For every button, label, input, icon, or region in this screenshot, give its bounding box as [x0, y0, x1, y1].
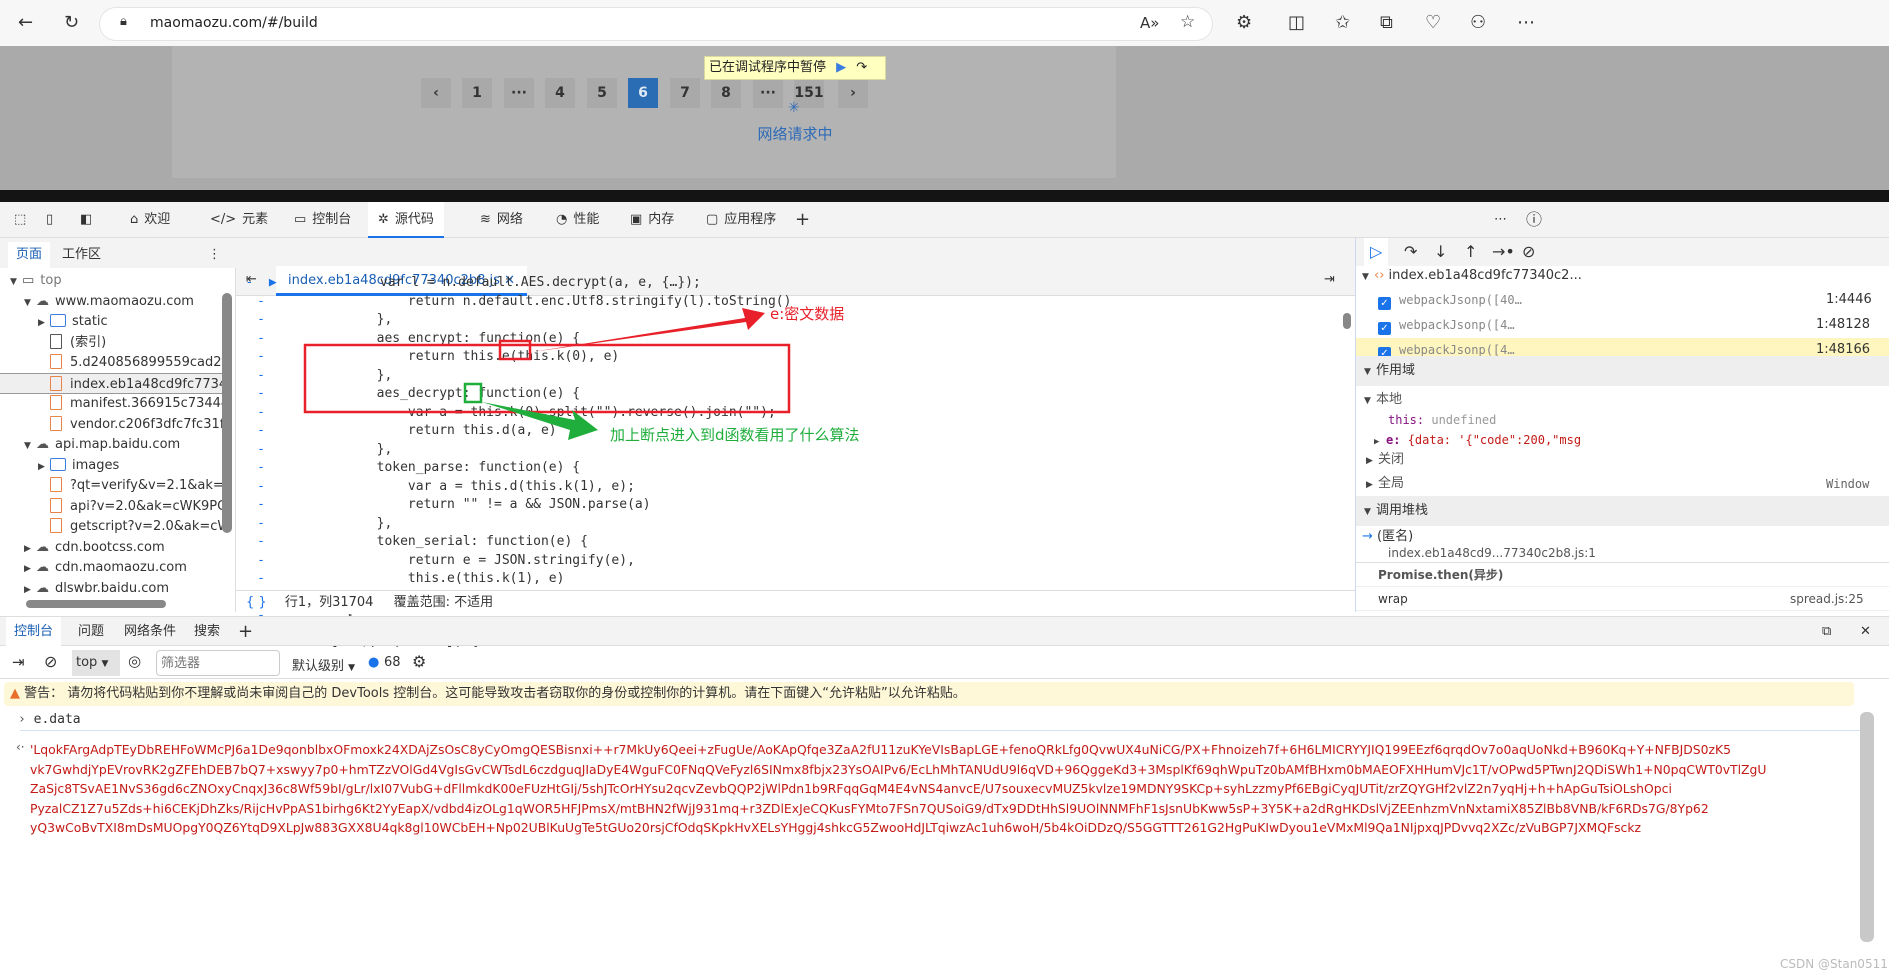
breakpoint-label: webpackJsonp([40…: [1399, 293, 1522, 307]
arrow-green: [482, 402, 598, 440]
closure-scope[interactable]: 关闭: [1378, 452, 1404, 467]
drawer-tab[interactable]: 网络条件: [124, 617, 176, 646]
prompt-chevron-icon: ›: [18, 712, 26, 727]
filter-input[interactable]: [156, 650, 280, 676]
result-arrow-icon: ‹·: [16, 740, 25, 754]
clear-console-icon[interactable]: ⊘: [44, 652, 57, 671]
sidebar-toggle-icon[interactable]: ⇥: [12, 653, 25, 671]
callstack-frame-loc[interactable]: index.eb1a48cd9...77340c2b8.js:1: [1388, 546, 1596, 560]
annotation-green-text: 加上断点进入到d函数看用了什么算法: [610, 426, 860, 444]
live-expression-icon[interactable]: ◎: [128, 652, 141, 670]
annotation-red-text: e:密文数据: [770, 305, 845, 323]
breakpoint-item[interactable]: ✓ webpackJsonp([4… 1:48128: [1356, 313, 1889, 337]
scope-section[interactable]: 作用域: [1376, 363, 1415, 378]
console-output-line[interactable]: 'LqokFArgAdpTEyDbREHFoWMcPJ6a1De9qonblbx…: [30, 740, 1830, 760]
log-level-dropdown[interactable]: 默认级别 ▼: [292, 655, 355, 674]
callstack-frame-anon[interactable]: (匿名): [1377, 529, 1413, 544]
highlight-param-e: [498, 339, 532, 361]
warning-text: 警告： 请勿将代码粘贴到你不理解或尚未审阅自己的 DevTools 控制台。这可…: [24, 686, 966, 701]
log-level-value: 默认级别: [292, 659, 345, 674]
drawer-tab[interactable]: 控制台: [6, 617, 62, 646]
breakpoint-label: webpackJsonp([4…: [1399, 318, 1515, 332]
step-over-icon[interactable]: ↷: [1404, 238, 1417, 266]
console-output-line[interactable]: vk7GwhdjYpEVrovRK2gZFEhDEB7bQ7+xswyy7p0+…: [30, 760, 1830, 780]
checkbox-checked-icon[interactable]: ✓: [1378, 297, 1391, 310]
drawer-tab[interactable]: 问题: [78, 617, 104, 646]
global-value: Window: [1826, 477, 1870, 491]
console-settings-icon[interactable]: ⚙: [412, 652, 426, 671]
breakpoint-item[interactable]: ✓ webpackJsonp([40… 1:4446: [1356, 288, 1889, 312]
drawer-tab[interactable]: 搜索: [194, 617, 220, 646]
global-scope[interactable]: 全局: [1378, 476, 1404, 491]
checkbox-checked-icon[interactable]: ✓: [1378, 322, 1391, 335]
script-file-icon: ‹›: [1374, 268, 1385, 283]
e-key[interactable]: e:: [1386, 433, 1400, 447]
context-value: top: [76, 655, 98, 670]
console-output-line[interactable]: yQ3wCoBvTXI8mDsMUOpgY0QZ6YtqD9XLpJw883GX…: [30, 818, 1830, 838]
console-input-line[interactable]: › e.data: [18, 710, 81, 730]
console-output-line[interactable]: PyzalCZ1Z7u5Zds+hi6CEKjDhZks/RijcHvPpAS1…: [30, 799, 1830, 819]
frame-name: wrap: [1378, 592, 1408, 606]
warning-icon: ▲: [10, 686, 20, 701]
highlight-box-red: [303, 343, 791, 414]
async-separator: Promise.then(异步): [1378, 568, 1504, 582]
step-into-icon[interactable]: ↓: [1434, 238, 1447, 266]
drawer-tab-bar: 控制台 问题 网络条件 搜索 + ⧉ ✕: [0, 616, 1889, 646]
breakpoints-file: index.eb1a48cd9fc77340c2...: [1388, 268, 1582, 283]
highlight-function-d: [463, 382, 483, 404]
chevron-down-icon: ▼: [101, 659, 109, 669]
this-value: undefined: [1431, 413, 1497, 427]
callstack-section[interactable]: 调用堆栈: [1376, 503, 1428, 518]
console-toolbar: ⇥ ⊘ top ▼ ◎ 默认级别 ▼ ● 68 ⚙: [0, 647, 1889, 679]
resume-icon[interactable]: ▷: [1364, 238, 1389, 266]
dock-drawer-icon[interactable]: ⧉: [1822, 617, 1831, 646]
watermark: CSDN @Stan0511: [1780, 957, 1888, 971]
step-out-icon[interactable]: ↑: [1464, 238, 1477, 266]
console-input-text: e.data: [33, 712, 81, 727]
console-output-line[interactable]: ZaSjc8TSvAE1NvS36gd6cZNOxyCnqxJ36c8Wf59b…: [30, 779, 1830, 799]
paste-warning: ▲ 警告： 请勿将代码粘贴到你不理解或尚未审阅自己的 DevTools 控制台。…: [4, 682, 1854, 706]
deactivate-breakpoints-icon[interactable]: ⊘: [1522, 238, 1535, 266]
chevron-down-icon: ▼: [348, 663, 356, 673]
context-selector[interactable]: top ▼: [72, 650, 120, 676]
breakpoint-location: 1:48128: [1816, 317, 1871, 332]
current-frame-arrow-icon: →: [1362, 529, 1373, 544]
debugger-sidebar: ▷ ↷ ↓ ↑ →• ⊘ ▼ ‹› index.eb1a48cd9fc77340c…: [1355, 238, 1889, 630]
this-key: this:: [1388, 413, 1425, 427]
step-icon[interactable]: →•: [1492, 238, 1515, 266]
close-drawer-icon[interactable]: ✕: [1860, 617, 1871, 646]
message-count[interactable]: 68: [384, 655, 401, 670]
add-drawer-tab-icon[interactable]: +: [238, 617, 253, 646]
breakpoint-label: webpackJsonp([4…: [1399, 343, 1515, 357]
message-icon: ●: [368, 655, 380, 670]
console-scrollbar[interactable]: [1860, 712, 1874, 942]
breakpoint-location: 1:4446: [1826, 292, 1872, 307]
frame-location: spread.js:25: [1790, 592, 1864, 606]
callstack-frame[interactable]: wrap spread.js:25: [1356, 586, 1889, 610]
local-scope[interactable]: 本地: [1376, 392, 1402, 407]
e-value: {data: '{"code":200,"msg: [1407, 433, 1582, 447]
